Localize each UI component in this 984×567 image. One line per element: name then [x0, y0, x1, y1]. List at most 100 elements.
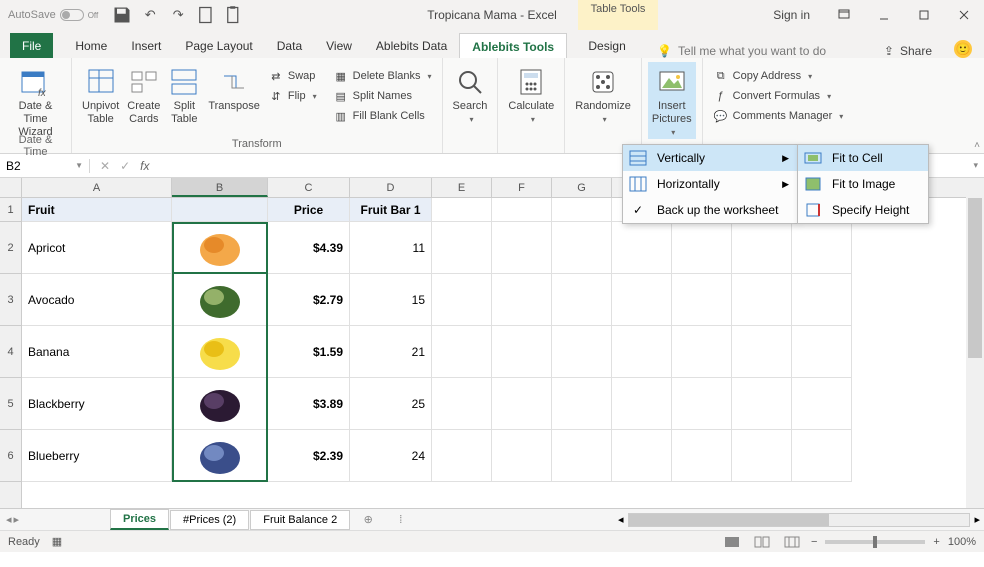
row-header[interactable]: 2: [0, 222, 21, 274]
ribbon-collapse-icon[interactable]: ˄: [974, 140, 980, 151]
cell[interactable]: $3.89: [268, 378, 350, 430]
delete-blanks-button[interactable]: ▦Delete Blanks: [329, 66, 436, 86]
feedback-smiley-icon[interactable]: 🙂: [954, 40, 972, 58]
cell[interactable]: 21: [350, 326, 432, 378]
menu-item-fit-cell[interactable]: Fit to Cell: [798, 145, 928, 171]
row-header[interactable]: 1: [0, 198, 21, 222]
tab-insert[interactable]: Insert: [119, 33, 173, 58]
tab-data[interactable]: Data: [265, 33, 314, 58]
sheet-nav-arrows[interactable]: ◂▸: [0, 513, 110, 526]
cell[interactable]: [612, 430, 672, 482]
tab-split-handle[interactable]: ⁞: [399, 514, 402, 526]
cell[interactable]: [732, 378, 792, 430]
cell[interactable]: [492, 378, 552, 430]
tab-file[interactable]: File: [10, 33, 53, 58]
swap-button[interactable]: ⇄Swap: [264, 66, 321, 86]
unpivot-table-button[interactable]: Unpivot Table: [78, 62, 123, 134]
paste-icon[interactable]: [224, 5, 244, 25]
create-cards-button[interactable]: Create Cards: [123, 62, 164, 134]
minimize-icon[interactable]: [864, 0, 904, 30]
page-layout-view-icon[interactable]: [751, 533, 773, 551]
fruit-image-cell[interactable]: [172, 274, 268, 326]
row-header[interactable]: 5: [0, 378, 21, 430]
cell[interactable]: [432, 326, 492, 378]
menu-item-horizontally[interactable]: Horizontally▶: [623, 171, 797, 197]
menu-item-specify-height[interactable]: Specify Height: [798, 197, 928, 223]
date-time-wizard-button[interactable]: fx Date & Time Wizard: [6, 62, 65, 134]
split-table-button[interactable]: Split Table: [164, 62, 204, 134]
cell[interactable]: [492, 274, 552, 326]
column-header[interactable]: C: [268, 178, 350, 197]
cell[interactable]: [432, 430, 492, 482]
cell[interactable]: [432, 378, 492, 430]
autosave-toggle[interactable]: AutoSave Off: [0, 9, 106, 21]
expand-formula-bar-icon[interactable]: ▾: [967, 160, 984, 171]
cell[interactable]: [432, 274, 492, 326]
comments-manager-button[interactable]: 💬Comments Manager: [709, 106, 856, 126]
tab-page-layout[interactable]: Page Layout: [173, 33, 264, 58]
cell[interactable]: 15: [350, 274, 432, 326]
column-header[interactable]: E: [432, 178, 492, 197]
cell[interactable]: [792, 222, 852, 274]
fruit-image-cell[interactable]: [172, 222, 268, 274]
column-header[interactable]: B: [172, 178, 268, 197]
new-file-icon[interactable]: [196, 5, 216, 25]
cell[interactable]: [672, 222, 732, 274]
tab-design[interactable]: Design: [567, 33, 647, 58]
sheet-tab-prices2[interactable]: #Prices (2): [170, 510, 249, 530]
cell[interactable]: [732, 430, 792, 482]
transpose-button[interactable]: Transpose: [204, 62, 264, 134]
redo-icon[interactable]: ↷: [168, 5, 188, 25]
cell[interactable]: $2.79: [268, 274, 350, 326]
cell[interactable]: [552, 326, 612, 378]
fruit-image-cell[interactable]: [172, 326, 268, 378]
select-all-corner[interactable]: [0, 178, 22, 197]
insert-pictures-button[interactable]: Insert Pictures: [648, 62, 696, 139]
insert-function-icon[interactable]: fx: [140, 159, 149, 173]
cell[interactable]: [672, 430, 732, 482]
cell[interactable]: $1.59: [268, 326, 350, 378]
cell[interactable]: Fruit Bar 1: [350, 198, 432, 222]
calculate-button[interactable]: Calculate: [504, 62, 558, 134]
cell[interactable]: 25: [350, 378, 432, 430]
hscroll-thumb[interactable]: [629, 514, 829, 526]
cell[interactable]: [492, 326, 552, 378]
column-header[interactable]: G: [552, 178, 612, 197]
cell[interactable]: Fruit: [22, 198, 172, 222]
fruit-image-cell[interactable]: [172, 430, 268, 482]
split-names-button[interactable]: ▤Split Names: [329, 86, 436, 106]
cell[interactable]: 24: [350, 430, 432, 482]
menu-item-fit-image[interactable]: Fit to Image: [798, 171, 928, 197]
cell[interactable]: [432, 198, 492, 222]
cell[interactable]: Blueberry: [22, 430, 172, 482]
cell[interactable]: [552, 430, 612, 482]
menu-item-vertically[interactable]: Vertically▶: [623, 145, 797, 171]
cell[interactable]: [612, 274, 672, 326]
menu-item-backup[interactable]: ✓Back up the worksheet: [623, 197, 797, 223]
fill-blank-button[interactable]: ▥Fill Blank Cells: [329, 106, 436, 126]
convert-formulas-button[interactable]: ƒConvert Formulas: [709, 86, 856, 106]
macro-record-icon[interactable]: ▦: [52, 535, 62, 548]
undo-icon[interactable]: ↶: [140, 5, 160, 25]
tab-home[interactable]: Home: [63, 33, 119, 58]
vertical-scrollbar[interactable]: [966, 178, 984, 508]
maximize-icon[interactable]: [904, 0, 944, 30]
horizontal-scrollbar[interactable]: ◂ ▸: [614, 512, 984, 528]
cells-area[interactable]: FruitPriceFruit Bar 1Apricot$4.3911Avoca…: [22, 198, 984, 508]
row-header[interactable]: 4: [0, 326, 21, 378]
cell[interactable]: [732, 222, 792, 274]
column-header[interactable]: F: [492, 178, 552, 197]
next-sheet-icon[interactable]: ▸: [14, 513, 20, 526]
randomize-button[interactable]: Randomize: [571, 62, 635, 134]
zoom-in-button[interactable]: +: [933, 536, 939, 548]
cell[interactable]: Apricot: [22, 222, 172, 274]
tab-ablebits-tools[interactable]: Ablebits Tools: [459, 33, 567, 59]
cell[interactable]: [492, 430, 552, 482]
cell[interactable]: [732, 274, 792, 326]
ribbon-display-icon[interactable]: [824, 0, 864, 30]
tell-me-search[interactable]: 💡 Tell me what you want to do: [647, 44, 836, 58]
close-icon[interactable]: [944, 0, 984, 30]
cell[interactable]: [552, 274, 612, 326]
name-box[interactable]: B2▼: [0, 159, 90, 173]
sign-in-link[interactable]: Sign in: [759, 8, 824, 22]
